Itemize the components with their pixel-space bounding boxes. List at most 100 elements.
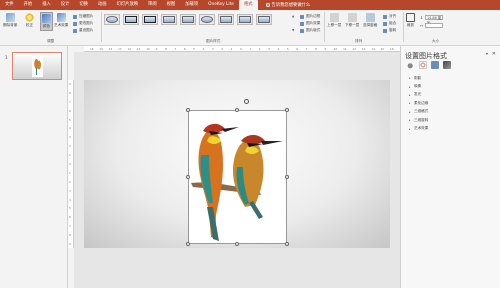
tab-file[interactable]: 文件 [0,0,19,10]
section-soft-edges[interactable]: ▸ 柔化边缘 [409,99,428,107]
adjust-group-label: 调整 [47,39,55,43]
slide-thumbnail-pane: 1 [0,46,68,288]
ruler-tick: 16 [390,47,394,51]
tab-home[interactable]: 开始 [19,0,38,10]
tab-transitions[interactable]: 切换 [74,0,93,10]
fill-line-icon[interactable] [407,61,415,69]
picture-icon[interactable] [443,61,451,69]
resize-handle[interactable] [285,175,289,179]
resize-handle[interactable] [285,108,289,112]
chevron-down-icon[interactable]: ▼ [292,28,296,32]
tab-animations[interactable]: 动画 [93,0,112,10]
slide-thumbnail[interactable] [12,52,62,80]
tell-me-box[interactable]: 告诉我您想要做什么 [265,2,310,8]
group-button[interactable]: 组合 [383,21,396,26]
ruler-tick: 6 [69,215,71,220]
effects-icon[interactable] [419,61,427,69]
ruler-tick: 8 [165,47,167,51]
picture-effects-button[interactable]: 图片效果 [300,21,320,26]
bring-forward-button[interactable]: 上移一层 [327,13,341,28]
ruler-tick: 2 [221,47,224,51]
gallery-scroll[interactable]: ▲ ▼ [292,14,296,32]
section-shadow[interactable]: ▸ 阴影 [409,74,428,82]
lightbulb-icon [265,3,270,7]
rotate-button[interactable]: 旋转 [383,28,396,33]
ruler-tick: 4 [69,126,71,131]
reset-picture-button[interactable]: 重设图片 [73,28,93,33]
picture-border-button[interactable]: 图片边框 [300,14,320,19]
picture-styles-gallery [104,14,272,25]
tab-slideshow[interactable]: 幻灯片放映 [112,0,143,10]
resize-handle[interactable] [235,108,239,112]
ruler-tick: 1 [249,47,252,51]
ruler-tick: 15 [380,47,385,51]
style-thumb[interactable] [256,14,272,25]
color-button[interactable]: 颜色 [40,12,53,31]
ruler-tick: 4 [202,47,205,51]
artistic-effects-button[interactable]: 艺术效果 [54,13,68,28]
selection-pane-button[interactable]: 选择窗格 [363,13,377,28]
size-properties-icon[interactable] [431,61,439,69]
section-3d-rotation[interactable]: ▸ 三维旋转 [409,116,428,124]
chevron-right-icon: ▸ [409,118,411,123]
align-icon [383,14,387,19]
tab-design[interactable]: 设计 [56,0,75,10]
style-thumb[interactable] [180,14,196,25]
remove-background-button[interactable]: 删除背景 [3,13,17,28]
tab-addins[interactable]: 加载项 [180,0,203,10]
tab-view[interactable]: 视图 [162,0,181,10]
chevron-right-icon: ▸ [409,92,411,97]
change-picture-icon [73,21,77,26]
width-input[interactable] [425,23,444,28]
change-picture-button[interactable]: 更改图片 [73,21,93,26]
slide-canvas[interactable] [84,80,390,248]
section-artistic-effects[interactable]: ▸ 艺术效果 [409,124,428,132]
style-thumb[interactable] [142,14,158,25]
send-backward-button[interactable]: 下移一层 [345,13,359,28]
resize-handle[interactable] [186,242,190,246]
pane-title: 设置图片格式 [405,52,447,60]
chevron-right-icon: ▸ [409,101,411,106]
color-icon [42,14,51,23]
chevron-right-icon: ▸ [409,109,411,114]
align-button[interactable]: 对齐 [383,14,396,19]
picture-effects-icon [300,21,304,26]
style-thumb[interactable] [104,14,120,25]
close-icon[interactable]: ✕ [492,51,496,57]
style-thumb[interactable] [218,14,234,25]
chevron-up-icon[interactable]: ▲ [292,14,296,18]
tab-format[interactable]: 格式 [238,0,258,10]
tab-onekey[interactable]: OneKey Lite [203,0,239,10]
picture-layout-button[interactable]: 图片版式 [300,28,320,33]
style-thumb[interactable] [123,14,139,25]
style-thumb[interactable] [237,14,253,25]
resize-handle[interactable] [285,242,289,246]
resize-handle[interactable] [235,242,239,246]
rotate-handle-icon[interactable] [244,99,249,104]
ruler-tick: 3 [211,47,214,51]
tab-insert[interactable]: 插入 [37,0,56,10]
resize-handle[interactable] [186,175,190,179]
tab-review[interactable]: 审阅 [143,0,162,10]
corrections-button[interactable]: 校正 [25,13,34,28]
thumbnail-picture [32,56,43,77]
height-input[interactable]: 14.86 厘米 [425,15,444,25]
crop-button[interactable]: 裁剪 [406,13,415,28]
ruler-tick: 13 [361,47,366,51]
style-thumb[interactable] [199,14,215,25]
compress-pictures-button[interactable]: 压缩图片 [73,14,93,19]
chevron-down-icon[interactable]: ▾ [486,51,488,56]
ruler-tick: 7 [69,224,71,229]
crop-icon [406,13,415,22]
ruler-tick: 9 [69,82,71,86]
ruler-tick: 12 [352,47,357,51]
section-glow[interactable]: ▸ 发光 [409,91,428,99]
bird-picture[interactable] [188,110,287,244]
section-reflection[interactable]: ▸ 映像 [409,82,428,90]
style-thumb[interactable] [161,14,177,25]
section-3d-format[interactable]: ▸ 三维格式 [409,108,428,116]
width-box: ↔ [420,23,444,28]
resize-handle[interactable] [186,108,190,112]
ruler-tick: 2 [69,144,71,149]
ruler-tick: 9 [69,242,71,246]
